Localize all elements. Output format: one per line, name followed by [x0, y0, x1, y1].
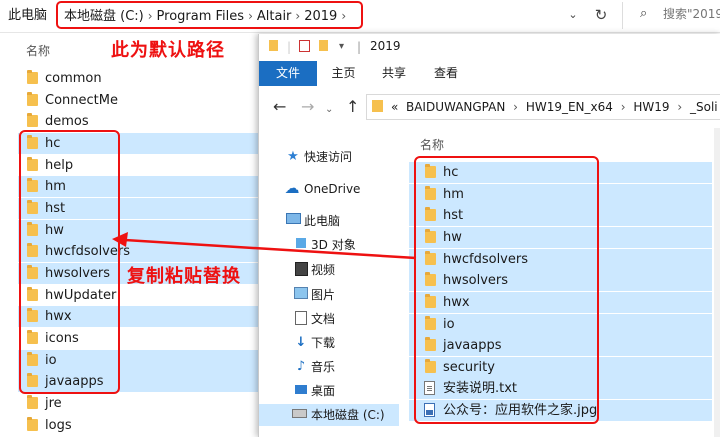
list-item[interactable]: logs [18, 415, 260, 436]
annotation-default-path: 此为默认路径 [111, 40, 225, 61]
folder-icon [27, 395, 38, 409]
list-item[interactable]: ConnectMe [18, 90, 260, 111]
search-icon: ⌕ [640, 6, 648, 21]
search-input[interactable] [663, 4, 720, 24]
breadcrumb-hw19[interactable]: HW19 [633, 100, 669, 114]
drive-icon [291, 407, 307, 422]
download-icon: ↓ [295, 335, 307, 350]
column-header-name[interactable]: 名称 [26, 42, 50, 59]
breadcrumb-separator-icon: › [677, 100, 683, 114]
folder-icon [27, 417, 38, 431]
title-bar: | ▾ | 2019 [259, 34, 720, 61]
nav-desktop[interactable]: 桌面 [259, 380, 399, 402]
back-arrow-icon[interactable]: ← [273, 98, 286, 116]
star-icon: ★ [287, 149, 299, 164]
nav-quick-access[interactable]: ★ 快速访问 [259, 146, 399, 168]
breadcrumb-baiduwangpan[interactable]: BAIDUWANGPAN [406, 100, 505, 114]
column-header-name[interactable]: 名称 [420, 136, 444, 153]
separator-icon: | [287, 40, 292, 54]
item-label: ConnectMe [45, 93, 118, 108]
nav-documents[interactable]: 文档 [259, 308, 399, 330]
address-bar[interactable]: « BAIDUWANGPAN › HW19_EN_x64 › HW19 › _S… [366, 94, 720, 120]
list-item[interactable]: jre [18, 393, 260, 414]
breadcrumb-separator-icon: › [513, 100, 518, 114]
breadcrumb-hw19-en-x64[interactable]: HW19_EN_x64 [526, 100, 613, 114]
source-files-highlight [414, 156, 599, 424]
navigation-bar: ← → ⌄ ↑ « BAIDUWANGPAN › HW19_EN_x64 › H… [259, 86, 720, 128]
default-path-highlight [56, 1, 363, 29]
tab-share[interactable]: 共享 [369, 61, 419, 86]
nav-music[interactable]: ♪ 音乐 [259, 356, 399, 378]
scrollbar[interactable] [714, 128, 720, 437]
separator-icon: | [357, 40, 362, 54]
breadcrumb-soli[interactable]: _Soli [690, 100, 718, 114]
address-history-chevron-down-icon[interactable]: ⌄ [566, 8, 580, 22]
properties-icon[interactable] [299, 40, 310, 55]
new-folder-icon[interactable] [319, 40, 328, 54]
list-item[interactable]: common [18, 68, 260, 89]
breadcrumb-overflow-icon[interactable]: « [391, 100, 398, 114]
up-arrow-icon[interactable]: ↑ [346, 98, 359, 116]
quick-access-dropdown-icon[interactable]: ▾ [339, 41, 344, 52]
breadcrumb: « BAIDUWANGPAN › HW19_EN_x64 › HW19 › _S… [391, 99, 718, 115]
target-folders-highlight [19, 130, 120, 394]
folder-icon [27, 92, 38, 106]
nav-downloads[interactable]: ↓ 下载 [259, 332, 399, 354]
nav-onedrive[interactable]: ☁ OneDrive [259, 178, 399, 200]
desktop-icon [293, 383, 309, 398]
tab-view[interactable]: 查看 [423, 61, 469, 86]
window-title: 2019 [370, 39, 401, 53]
folder-icon [372, 100, 383, 112]
annotation-arrow-icon [112, 232, 417, 260]
cloud-icon: ☁ [284, 179, 300, 197]
item-label: jre [45, 396, 62, 411]
recent-locations-chevron-icon[interactable]: ⌄ [325, 101, 333, 119]
folder-icon [27, 70, 38, 84]
tab-file[interactable]: 文件 [259, 61, 317, 86]
nav-pictures[interactable]: 图片 [259, 284, 399, 306]
list-item[interactable]: demos [18, 111, 260, 132]
forward-arrow-icon[interactable]: → [301, 98, 314, 116]
ribbon-tabs: 文件 主页 共享 查看 [259, 61, 720, 87]
music-icon: ♪ [296, 359, 306, 374]
tab-home[interactable]: 主页 [321, 61, 366, 86]
refresh-icon[interactable]: ↻ [590, 5, 612, 25]
breadcrumb-separator-icon: › [620, 100, 626, 114]
folder-icon [269, 40, 278, 54]
item-label: common [45, 71, 102, 86]
computer-icon [285, 213, 301, 228]
item-label: logs [45, 418, 72, 433]
folder-icon [27, 113, 38, 127]
breadcrumb-this-pc[interactable]: 此电脑 [8, 1, 47, 31]
nav-this-pc[interactable]: 此电脑 [259, 210, 399, 232]
nav-local-disk-c[interactable]: 本地磁盘 (C:) [259, 404, 399, 426]
document-icon [293, 311, 309, 326]
address-bar[interactable]: 此电脑 本地磁盘 (C:) › Program Files › Altair › 2019 ›… [0, 0, 720, 33]
picture-icon [293, 287, 309, 302]
item-label: demos [45, 114, 89, 129]
